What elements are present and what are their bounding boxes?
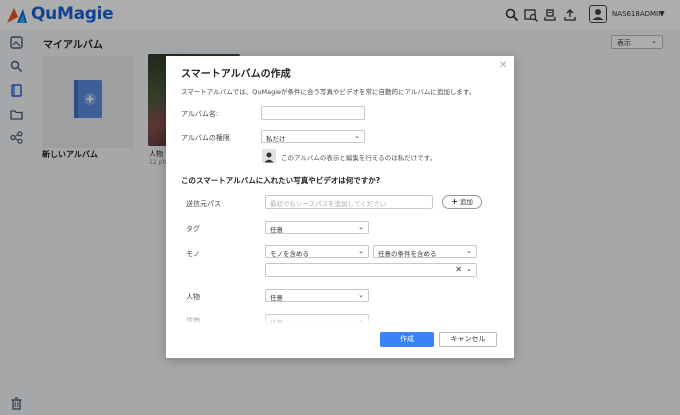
album-name-input[interactable] [261,106,365,120]
chevron-down-icon: ⌄ [358,247,364,255]
add-button-label: 追加 [459,198,473,206]
close-icon[interactable]: ✕ [499,60,507,71]
chevron-down-icon: ⌄ [358,223,364,231]
thing-tags-combobox[interactable]: ✕ ⌄ [265,263,477,277]
source-path-input[interactable]: 最初でもソースパスを追加してください [265,195,433,209]
dialog-title: スマートアルバムの作成 [181,69,291,80]
chevron-down-icon: ⌄ [466,247,472,255]
dialog-description: スマートアルバムでは、QuMagieが条件に合う写真やビデオを常に自動的にアルバ… [181,88,476,96]
album-name-label: アルバム名: [181,110,219,118]
tag-select[interactable]: 任意 ⌄ [265,221,369,234]
criteria-section-title: このスマートアルバムに入れたい写真やビデオは何ですか? [181,176,381,185]
tag-value: 任意 [270,226,283,234]
chevron-down-icon: ⌄ [358,291,364,299]
scroll-fade [166,314,514,324]
album-permission-value: 私だけ [266,135,286,143]
plus-icon: + [451,197,458,206]
person-label: 人物 [186,293,200,301]
source-path-label: 送信元パス [186,200,221,208]
person-icon [262,149,276,163]
thing-condition-value: 任意の条件を含める [378,250,437,258]
thing-condition-select[interactable]: 任意の条件を含める ⌄ [373,245,477,258]
add-source-path-button[interactable]: + 追加 [442,195,482,209]
cancel-button[interactable]: キャンセル [439,332,497,347]
clear-icon[interactable]: ✕ [455,265,462,274]
chevron-down-icon: ⌄ [354,132,360,140]
permission-note: このアルバムの表示と編集を行えるのは私だけです。 [281,154,437,162]
tag-label: タグ [186,225,200,233]
create-smart-album-dialog: スマートアルバムの作成 ✕ スマートアルバムでは、QuMagieが条件に合う写真… [166,56,514,358]
album-permission-select[interactable]: 私だけ ⌄ [261,130,365,143]
thing-select[interactable]: モノを含める ⌄ [265,245,369,258]
person-value: 任意 [270,294,283,302]
person-select[interactable]: 任意 ⌄ [265,289,369,302]
thing-label: モノ [186,250,200,258]
create-button[interactable]: 作成 [380,332,434,347]
chevron-down-icon[interactable]: ⌄ [466,265,472,273]
album-permission-label: アルバムの権限 [181,134,230,142]
thing-value: モノを含める [270,250,309,258]
